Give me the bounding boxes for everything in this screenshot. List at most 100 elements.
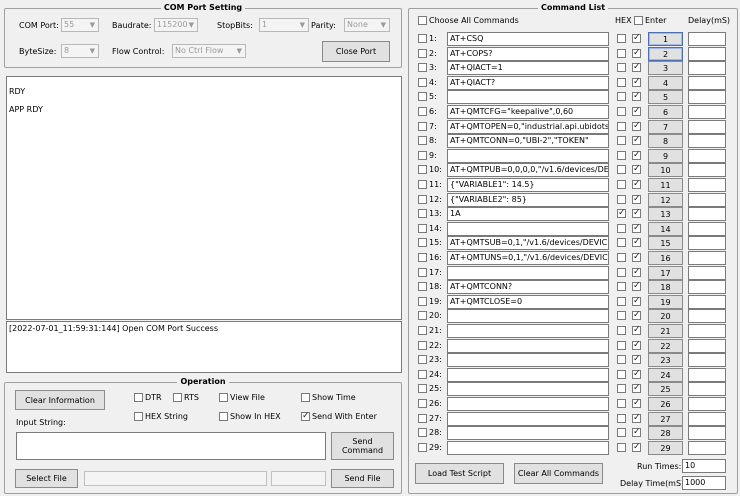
command-input[interactable]	[447, 441, 609, 455]
command-enter-checkbox[interactable]	[632, 178, 641, 190]
command-delay-input[interactable]	[688, 193, 726, 207]
command-select-checkbox[interactable]	[418, 180, 427, 189]
command-input[interactable]: AT+QMTUNS=0,1,"/v1.6/devices/DEVICE/VAI	[447, 251, 609, 265]
command-enter-checkbox[interactable]	[632, 397, 641, 409]
command-delay-input[interactable]	[688, 222, 726, 236]
command-hex-checkbox[interactable]	[617, 180, 626, 189]
command-send-button[interactable]: 16	[648, 251, 683, 265]
command-enter-checkbox[interactable]	[632, 32, 641, 44]
command-delay-input[interactable]	[688, 178, 726, 192]
command-delay-input[interactable]	[688, 76, 726, 90]
command-enter-checkbox[interactable]	[632, 47, 641, 59]
command-hex-checkbox[interactable]	[617, 282, 626, 291]
command-input[interactable]	[447, 222, 609, 236]
command-delay-input[interactable]	[688, 324, 726, 338]
command-enter-checkbox[interactable]	[632, 251, 641, 263]
command-input[interactable]: AT+QMTCFG="keepalive",0,60	[447, 105, 609, 119]
command-enter-checkbox[interactable]	[632, 120, 641, 132]
command-enter-checkbox[interactable]	[632, 441, 641, 453]
command-send-button[interactable]: 8	[648, 134, 683, 148]
command-send-button[interactable]: 18	[648, 280, 683, 294]
command-enter-checkbox[interactable]	[632, 295, 641, 307]
command-input[interactable]: AT+QIACT?	[447, 76, 609, 90]
command-select-checkbox[interactable]	[418, 165, 427, 174]
command-hex-checkbox[interactable]	[617, 122, 626, 131]
command-input[interactable]: AT+QMTCLOSE=0	[447, 295, 609, 309]
command-send-button[interactable]: 23	[648, 353, 683, 367]
command-hex-checkbox[interactable]	[617, 414, 626, 423]
command-select-checkbox[interactable]	[418, 326, 427, 335]
command-enter-checkbox[interactable]	[632, 412, 641, 424]
command-input[interactable]: 1A	[447, 207, 609, 221]
command-input[interactable]: AT+QMTCONN=0,"UBI-2","TOKEN"	[447, 134, 609, 148]
command-delay-input[interactable]	[688, 382, 726, 396]
command-hex-checkbox[interactable]	[617, 224, 626, 233]
command-enter-checkbox[interactable]	[632, 266, 641, 278]
command-hex-checkbox[interactable]	[617, 341, 626, 350]
command-enter-checkbox[interactable]	[632, 222, 641, 234]
command-input[interactable]: {"VARIABLE2": 85}	[447, 193, 609, 207]
command-delay-input[interactable]	[688, 353, 726, 367]
command-enter-checkbox[interactable]	[632, 90, 641, 102]
command-select-checkbox[interactable]	[418, 122, 427, 131]
enter-all-checkbox[interactable]	[634, 16, 643, 25]
command-hex-checkbox[interactable]	[617, 268, 626, 277]
command-input[interactable]: {"VARIABLE1": 14.5}	[447, 178, 609, 192]
command-hex-checkbox[interactable]	[617, 195, 626, 204]
select-file-button[interactable]: Select File	[15, 469, 78, 488]
command-input[interactable]: AT+CSQ	[447, 32, 609, 46]
command-hex-checkbox[interactable]	[617, 253, 626, 262]
load-test-script-button[interactable]: Load Test Script	[415, 463, 504, 484]
command-select-checkbox[interactable]	[418, 63, 427, 72]
clear-all-commands-button[interactable]: Clear All Commands	[514, 463, 603, 484]
command-select-checkbox[interactable]	[418, 136, 427, 145]
command-select-checkbox[interactable]	[418, 107, 427, 116]
command-hex-checkbox[interactable]	[617, 63, 626, 72]
command-hex-checkbox[interactable]	[617, 34, 626, 43]
command-send-button[interactable]: 25	[648, 382, 683, 396]
command-send-button[interactable]: 28	[648, 426, 683, 440]
send-file-button[interactable]: Send File	[331, 469, 394, 488]
command-enter-checkbox[interactable]	[632, 353, 641, 365]
command-send-button[interactable]: 10	[648, 163, 683, 177]
command-enter-checkbox[interactable]	[632, 149, 641, 161]
command-delay-input[interactable]	[688, 236, 726, 250]
command-send-button[interactable]: 20	[648, 309, 683, 323]
command-select-checkbox[interactable]	[418, 268, 427, 277]
command-hex-checkbox[interactable]	[617, 355, 626, 364]
command-select-checkbox[interactable]	[418, 355, 427, 364]
command-hex-checkbox[interactable]	[617, 165, 626, 174]
command-enter-checkbox[interactable]	[632, 426, 641, 438]
command-delay-input[interactable]	[688, 368, 726, 382]
command-select-checkbox[interactable]	[418, 428, 427, 437]
command-hex-checkbox[interactable]	[617, 49, 626, 58]
command-enter-checkbox[interactable]	[632, 134, 641, 146]
command-hex-checkbox[interactable]	[617, 384, 626, 393]
command-delay-input[interactable]	[688, 397, 726, 411]
command-hex-checkbox[interactable]	[617, 136, 626, 145]
command-input[interactable]: AT+QIACT=1	[447, 61, 609, 75]
delay-time-field[interactable]: 1000	[682, 476, 726, 490]
command-send-button[interactable]: 15	[648, 236, 683, 250]
command-delay-input[interactable]	[688, 207, 726, 221]
command-input[interactable]: AT+QMTSUB=0,1,"/v1.6/devices/DEVICE/VAI	[447, 236, 609, 250]
command-enter-checkbox[interactable]	[632, 193, 641, 205]
command-input[interactable]: AT+COPS?	[447, 47, 609, 61]
command-delay-input[interactable]	[688, 149, 726, 163]
command-input[interactable]	[447, 353, 609, 367]
command-send-button[interactable]: 3	[648, 61, 683, 75]
command-send-button[interactable]: 17	[648, 266, 683, 280]
command-delay-input[interactable]	[688, 251, 726, 265]
command-input[interactable]	[447, 324, 609, 338]
command-hex-checkbox[interactable]	[617, 92, 626, 101]
command-send-button[interactable]: 2	[648, 47, 683, 61]
command-send-button[interactable]: 11	[648, 178, 683, 192]
command-input[interactable]	[447, 412, 609, 426]
command-input[interactable]	[447, 339, 609, 353]
command-send-button[interactable]: 19	[648, 295, 683, 309]
command-delay-input[interactable]	[688, 339, 726, 353]
command-input[interactable]: AT+QMTOPEN=0,"industrial.api.ubidots.com	[447, 120, 609, 134]
command-send-button[interactable]: 22	[648, 339, 683, 353]
command-select-checkbox[interactable]	[418, 195, 427, 204]
com-port-select[interactable]: 55 ▼	[61, 18, 99, 32]
